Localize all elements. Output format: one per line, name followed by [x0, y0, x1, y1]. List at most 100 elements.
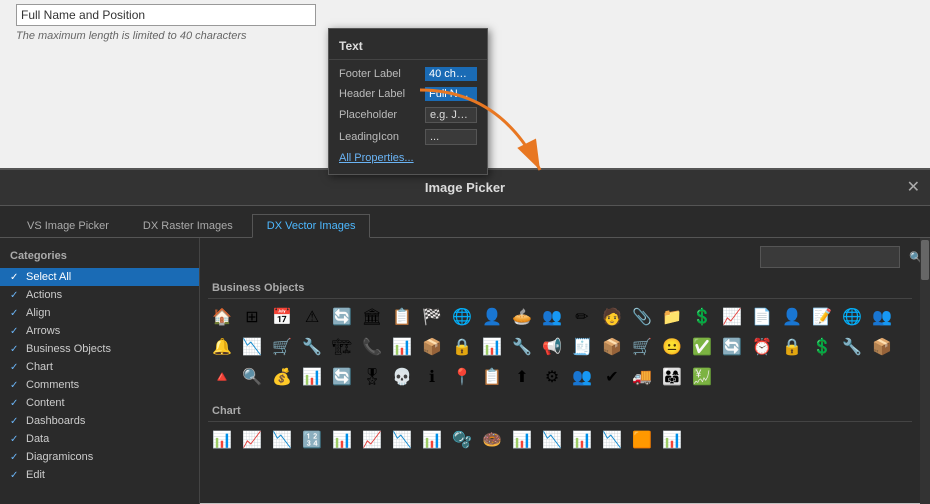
icon-globe2[interactable]: 🌐: [838, 303, 866, 331]
icon-bar[interactable]: 📊: [388, 333, 416, 361]
icon-note[interactable]: 📝: [808, 303, 836, 331]
icon-wrench[interactable]: 🔧: [298, 333, 326, 361]
icon-people[interactable]: 👥: [538, 303, 566, 331]
icon-bubble[interactable]: 🫧: [448, 426, 476, 454]
icon-heatmap[interactable]: 🟧: [628, 426, 656, 454]
sidebar-item-data[interactable]: ✓ Data: [0, 430, 199, 448]
tab-vs-image-picker[interactable]: VS Image Picker: [12, 214, 124, 237]
icon-home[interactable]: 🏠: [208, 303, 236, 331]
icon-calendar[interactable]: 📅: [268, 303, 296, 331]
tab-dx-raster-images[interactable]: DX Raster Images: [128, 214, 248, 237]
icon-location[interactable]: 📍: [448, 363, 476, 391]
icon-chart2[interactable]: 📈: [718, 303, 746, 331]
icon-box2[interactable]: 📦: [868, 333, 896, 361]
icon-check-circle[interactable]: ✅: [688, 333, 716, 361]
sidebar-item-arrows[interactable]: ✓ Arrows: [0, 322, 199, 340]
icon-pie[interactable]: 🥧: [508, 303, 536, 331]
icon-face[interactable]: 😐: [658, 333, 686, 361]
icon-truck[interactable]: 🚚: [628, 363, 656, 391]
icon-scatter[interactable]: 📊: [328, 426, 356, 454]
search-input[interactable]: [767, 251, 909, 263]
icon-people3[interactable]: 👥: [568, 363, 596, 391]
sidebar-item-dashboards[interactable]: ✓ Dashboards: [0, 412, 199, 430]
icon-line-chart[interactable]: 📈: [238, 426, 266, 454]
icon-box[interactable]: 📦: [418, 333, 446, 361]
icon-skull[interactable]: 💀: [388, 363, 416, 391]
sidebar-item-chart[interactable]: ✓ Chart: [0, 358, 199, 376]
all-properties-link[interactable]: All Properties...: [329, 148, 487, 168]
icon-triangle[interactable]: 🔺: [208, 363, 236, 391]
icon-money[interactable]: 💰: [268, 363, 296, 391]
scrollbar-thumb[interactable]: [921, 240, 929, 280]
icon-stock[interactable]: 📉: [538, 426, 566, 454]
sidebar-item-comments[interactable]: ✓ Comments: [0, 376, 199, 394]
icon-magnify[interactable]: 🔍: [238, 363, 266, 391]
icon-donut[interactable]: 🍩: [478, 426, 506, 454]
icon-people4[interactable]: 👨‍👩‍👧: [658, 363, 686, 391]
dialog-close-button[interactable]: ✕: [907, 180, 920, 196]
icon-box-plot[interactable]: 📉: [598, 426, 626, 454]
icon-pkg[interactable]: 📦: [598, 333, 626, 361]
icon-badge[interactable]: 🎖: [358, 363, 386, 391]
icon-people2[interactable]: 👥: [868, 303, 896, 331]
icon-tool2[interactable]: 🔧: [508, 333, 536, 361]
icon-info[interactable]: ℹ: [418, 363, 446, 391]
icon-announce[interactable]: 📢: [538, 333, 566, 361]
icon-cycle[interactable]: 🔄: [718, 333, 746, 361]
icon-hist[interactable]: 📊: [568, 426, 596, 454]
tab-dx-vector-images[interactable]: DX Vector Images: [252, 214, 371, 238]
icon-kpi[interactable]: 📊: [508, 426, 536, 454]
icon-checkmark[interactable]: ✔: [598, 363, 626, 391]
icon-area-chart[interactable]: 📉: [268, 426, 296, 454]
icon-treemap[interactable]: 📊: [418, 426, 446, 454]
sidebar-item-business-objects[interactable]: ✓ Business Objects: [0, 340, 199, 358]
icon-lock2[interactable]: 🔒: [778, 333, 806, 361]
icon-clock[interactable]: ⏰: [748, 333, 776, 361]
sidebar-item-diagramicons[interactable]: ✓ Diagramicons: [0, 448, 199, 466]
icon-funnel[interactable]: 📈: [358, 426, 386, 454]
icon-person2[interactable]: 👤: [778, 303, 806, 331]
icon-grid[interactable]: ⊞: [238, 303, 266, 331]
icon-folder[interactable]: 📁: [658, 303, 686, 331]
icon-bell[interactable]: 🔔: [208, 333, 236, 361]
icon-refresh2[interactable]: 🔄: [328, 363, 356, 391]
icon-waterfall[interactable]: 📉: [388, 426, 416, 454]
icon-warning[interactable]: ⚠: [298, 303, 326, 331]
vertical-scrollbar[interactable]: [920, 238, 930, 504]
icon-person[interactable]: 👤: [478, 303, 506, 331]
sidebar-item-select-all[interactable]: ✓ Select All: [0, 268, 199, 286]
icon-number-chart[interactable]: 🔢: [298, 426, 326, 454]
icon-document[interactable]: 📋: [388, 303, 416, 331]
icon-globe[interactable]: 🌐: [448, 303, 476, 331]
icons-scroll-area[interactable]: Business Objects 🏠 ⊞ 📅 ⚠ 🔄 🏛 📋 🏁 🌐 👤 🥧 👥: [200, 276, 920, 504]
icon-doc2[interactable]: 📄: [748, 303, 776, 331]
icon-building[interactable]: 🏗: [328, 333, 356, 361]
icon-flag[interactable]: 🏁: [418, 303, 446, 331]
icon-upload[interactable]: ⬆: [508, 363, 536, 391]
icon-lock[interactable]: 🔒: [448, 333, 476, 361]
icon-dollar[interactable]: 💲: [688, 303, 716, 331]
icon-task[interactable]: 📋: [478, 363, 506, 391]
icon-gantt[interactable]: 📊: [658, 426, 686, 454]
icon-edit[interactable]: ✏: [568, 303, 596, 331]
icon-clip[interactable]: 📎: [628, 303, 656, 331]
sidebar-item-edit[interactable]: ✓ Edit: [0, 466, 199, 484]
icon-phone[interactable]: 📞: [358, 333, 386, 361]
icon-receipt[interactable]: 🧾: [568, 333, 596, 361]
icon-cart2[interactable]: 🛒: [628, 333, 656, 361]
icon-chart4[interactable]: 📊: [478, 333, 506, 361]
sidebar-item-align[interactable]: ✓ Align: [0, 304, 199, 322]
full-name-input[interactable]: [16, 4, 316, 26]
icon-chart3[interactable]: 📉: [238, 333, 266, 361]
sidebar-item-actions[interactable]: ✓ Actions: [0, 286, 199, 304]
sidebar-item-content[interactable]: ✓ Content: [0, 394, 199, 412]
icon-user[interactable]: 🧑: [598, 303, 626, 331]
icon-org-chart[interactable]: 🏛: [358, 303, 386, 331]
icon-cart[interactable]: 🛒: [268, 333, 296, 361]
icon-dollar2[interactable]: 💲: [808, 333, 836, 361]
icon-bar-chart[interactable]: 📊: [208, 426, 236, 454]
icon-finance[interactable]: 💹: [688, 363, 716, 391]
icon-refresh[interactable]: 🔄: [328, 303, 356, 331]
icon-gear[interactable]: ⚙: [538, 363, 566, 391]
icon-wrench2[interactable]: 🔧: [838, 333, 866, 361]
